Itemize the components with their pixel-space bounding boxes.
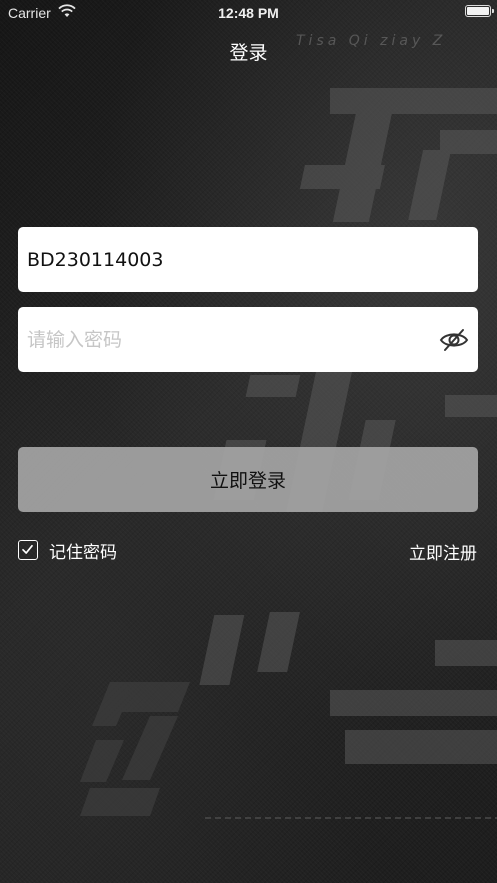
eye-slash-icon[interactable] bbox=[439, 325, 469, 355]
remember-password-toggle[interactable]: 记住密码 bbox=[18, 538, 117, 563]
login-button[interactable]: 立即登录 bbox=[18, 447, 478, 512]
register-link[interactable]: 立即注册 bbox=[409, 539, 477, 564]
background-artwork: Tisa Qi ziay Z bbox=[80, 33, 497, 819]
account-field-container bbox=[18, 227, 478, 292]
password-field-container bbox=[18, 307, 478, 372]
checkmark-icon bbox=[22, 544, 33, 554]
account-input[interactable] bbox=[27, 227, 427, 292]
page-title: 登录 bbox=[229, 42, 268, 64]
remember-password-label: 记住密码 bbox=[49, 542, 117, 563]
status-bar: Carrier 12:48 PM bbox=[0, 0, 497, 26]
password-input[interactable] bbox=[27, 307, 427, 372]
battery-icon bbox=[465, 5, 494, 17]
remember-checkbox[interactable] bbox=[18, 540, 38, 560]
status-time: 12:48 PM bbox=[218, 5, 279, 21]
